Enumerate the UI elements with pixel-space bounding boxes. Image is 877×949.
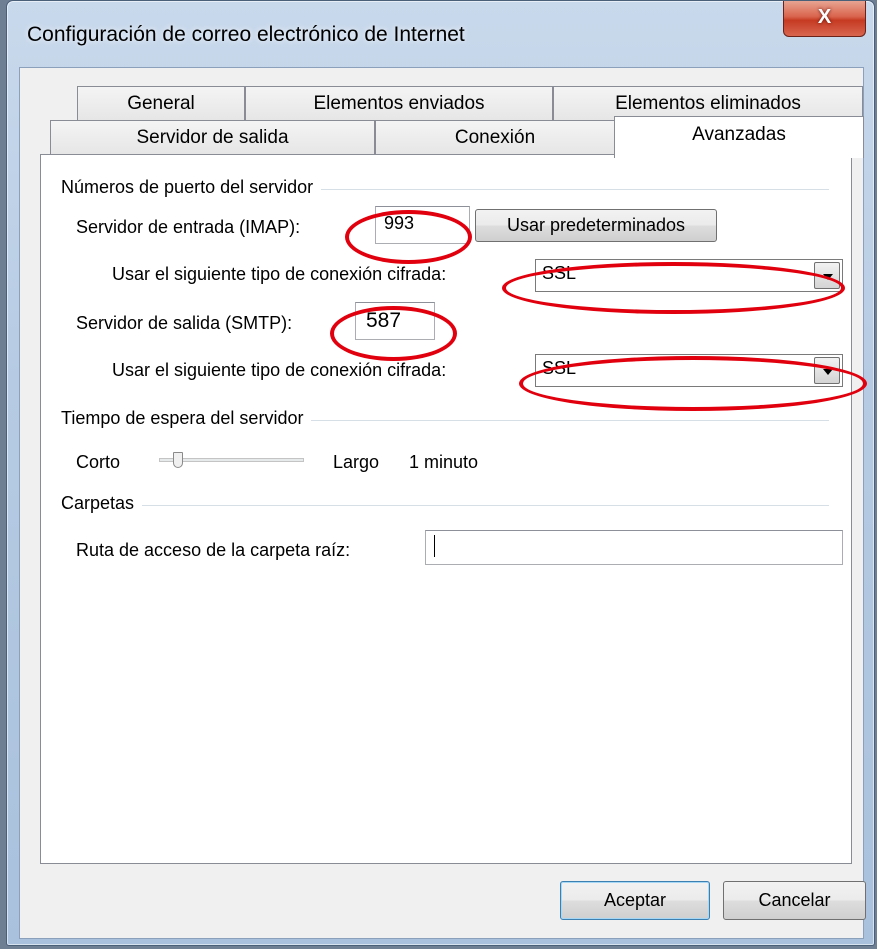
advanced-panel: Números de puerto del servidor Servidor … [40,154,852,864]
tab-sent-items[interactable]: Elementos enviados [245,86,553,120]
dialog-body: General Elementos enviados Elementos eli… [19,67,866,939]
timeout-value: 1 minuto [409,452,479,472]
window-title: Configuración de correo electrónico de I… [27,23,465,46]
tab-deleted-items[interactable]: Elementos eliminados [553,86,863,120]
outgoing-encryption-label: Usar el siguiente tipo de conexión cifra… [112,360,447,380]
incoming-encryption-value: SSL [542,263,577,283]
ports-group-title: Números de puerto del servidor [61,177,322,198]
outgoing-port-input[interactable]: 587 [355,302,435,340]
chevron-down-icon[interactable] [814,357,840,384]
timeout-group-title: Tiempo de espera del servidor [61,408,312,429]
text-cursor [434,535,435,557]
tab-connection[interactable]: Conexión [375,120,615,154]
root-folder-label: Ruta de acceso de la carpeta raíz: [76,540,351,560]
outgoing-encryption-value: SSL [542,358,577,378]
ok-button[interactable]: Aceptar [560,881,710,920]
chevron-down-icon[interactable] [814,262,840,289]
root-folder-input[interactable] [425,530,843,565]
timeout-short-label: Corto [76,452,121,472]
close-button[interactable]: X [783,1,866,37]
folders-group-divider [61,505,829,506]
outgoing-server-label: Servidor de salida (SMTP): [76,313,293,333]
dialog-window: Configuración de correo electrónico de I… [6,0,875,946]
incoming-encryption-select[interactable]: SSL [535,259,843,292]
use-defaults-button[interactable]: Usar predeterminados [475,209,717,242]
incoming-port-input[interactable]: 993 [375,206,470,244]
tab-advanced[interactable]: Avanzadas [614,116,864,158]
tab-outgoing-server[interactable]: Servidor de salida [50,120,375,154]
title-bar[interactable]: Configuración de correo electrónico de I… [7,1,874,67]
incoming-encryption-label: Usar el siguiente tipo de conexión cifra… [112,264,447,284]
outgoing-encryption-select[interactable]: SSL [535,354,843,387]
tab-general[interactable]: General [77,86,245,120]
timeout-slider-thumb[interactable] [172,452,183,468]
incoming-server-label: Servidor de entrada (IMAP): [76,217,301,237]
timeout-long-label: Largo [333,452,380,472]
cancel-button[interactable]: Cancelar [723,881,866,920]
folders-group-title: Carpetas [61,493,143,514]
